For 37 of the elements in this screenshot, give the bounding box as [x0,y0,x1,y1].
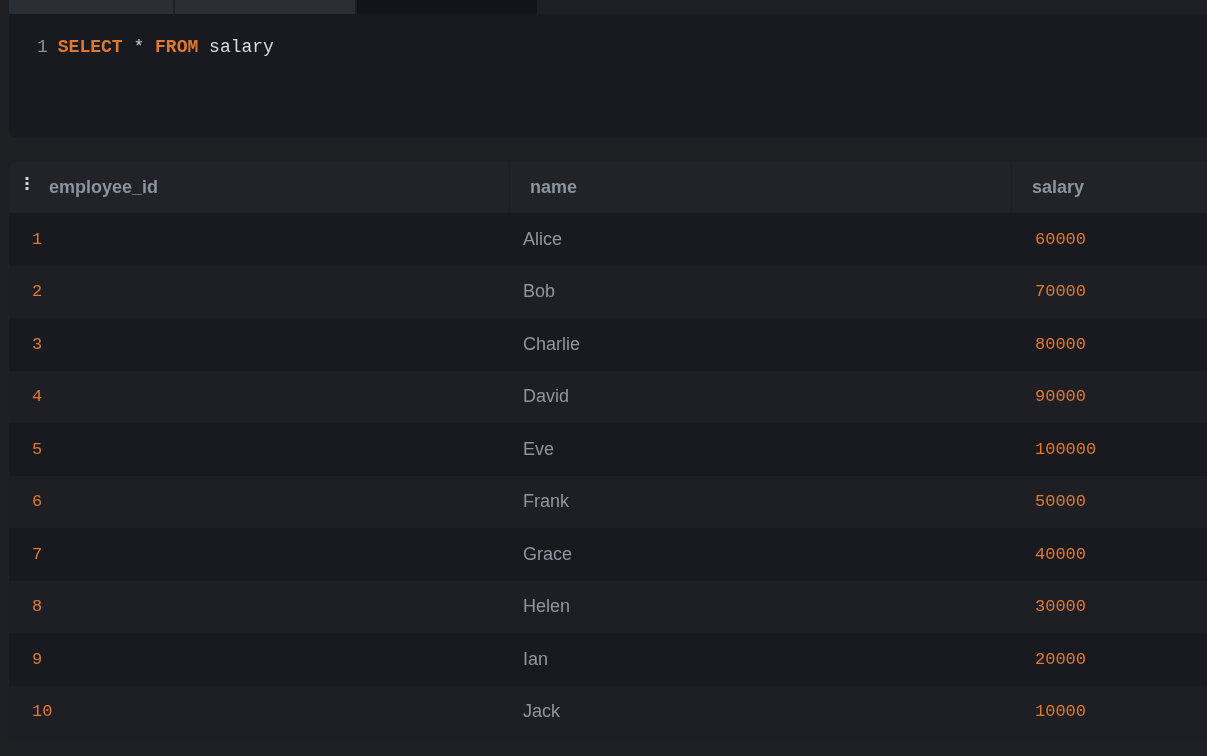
table-cell-text: 100000 [1035,438,1097,461]
table-cell-text: Frank [523,490,569,514]
table-cell-text: 50000 [1035,491,1086,513]
table-cell-text: 20000 [1035,648,1086,671]
table-cell-text: 3 [32,333,43,356]
table-cell-text: 9 [32,648,43,671]
table-cell-text: 5 [32,438,43,461]
table-cell-text: 7 [32,543,43,566]
table-cell-text: 10000 [1035,701,1086,723]
code-line: SELECT * FROM salary [57,36,274,58]
table-cell-text: 30000 [1035,596,1086,618]
table-cell-text: 2 [32,281,43,303]
table-cell-text: Charlie [523,332,581,356]
table-cell-text: 80000 [1035,333,1086,356]
table-cell-text: 90000 [1035,386,1086,408]
column-header: employee_id [49,176,159,199]
table-cell-text: 70000 [1035,281,1086,303]
table-cell-text: Eve [523,437,555,461]
table-cell-text: Grace [523,542,573,566]
table-cell-text: Alice [523,227,562,251]
table-cell-text: 4 [32,386,43,408]
vertical-dots-icon[interactable] [25,177,29,190]
table-cell-text: Ian [523,647,549,671]
line-number: 1 [37,36,48,58]
table-cell-text: 60000 [1035,228,1086,251]
table-cell-text: Bob [523,280,556,304]
table-cell-text: 10 [32,701,53,723]
table-cell-text: 6 [32,491,43,513]
table-cell-text: 8 [32,596,43,618]
table-cell-text: Jack [523,700,560,724]
table-cell-text: 40000 [1035,543,1086,566]
table-cell-text: 1 [32,228,43,251]
column-header: salary [1032,176,1085,199]
table-cell-text: David [523,385,570,409]
column-header: name [530,176,578,199]
sql-editor[interactable]: 1 SELECT * FROM salary [9,14,1207,138]
table-cell-text: Helen [523,595,571,619]
